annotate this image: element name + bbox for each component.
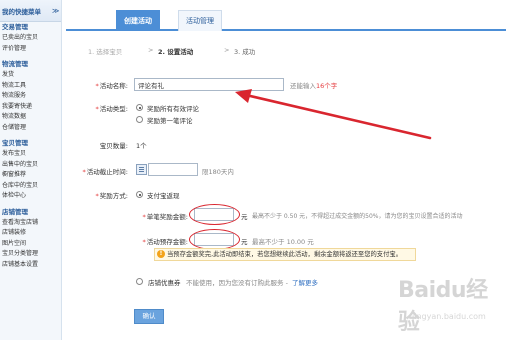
tab-bar: 创建活动 活动管理 bbox=[66, 8, 506, 31]
sidebar-item-sold[interactable]: 已卖出的宝贝 bbox=[2, 33, 61, 44]
deadline-hint: 限180天内 bbox=[202, 168, 234, 176]
sidebar-title: 我的快捷菜单 bbox=[2, 7, 41, 16]
sidebar-item-send-express[interactable]: 我要寄快递 bbox=[2, 102, 61, 113]
reward-notice-text: 当预存金额奖完,此活动即结束，若您想继续此活动，剩余金额将返还至您的支付宝。 bbox=[167, 251, 402, 258]
single-amount-unit: 元 bbox=[241, 213, 248, 221]
sidebar-item-categories[interactable]: 宝贝分类管理 bbox=[2, 249, 61, 260]
sidebar-item-logistics-tools[interactable]: 物流工具 bbox=[2, 81, 61, 92]
baidu-jingyan-watermark: Baidu经验 jingyan.baidu.com bbox=[398, 272, 508, 335]
deadline-input[interactable] bbox=[148, 163, 198, 176]
sidebar-item-basic-settings[interactable]: 店铺基本设置 bbox=[2, 260, 61, 271]
quantity-label: 宝贝数量: bbox=[99, 142, 128, 150]
sidebar-item-ship[interactable]: 发货 bbox=[2, 70, 61, 81]
sidebar-item-warehouse[interactable]: 仓储管理 bbox=[2, 123, 61, 134]
sidebar-item-decorate[interactable]: 店铺装修 bbox=[2, 228, 61, 239]
watermark-url: jingyan.baidu.com bbox=[412, 312, 486, 321]
activity-name-hint: 还能输入16个字 bbox=[290, 82, 338, 90]
sidebar-item-publish[interactable]: 发布宝贝 bbox=[2, 149, 61, 160]
step-select-items: 1. 选择宝贝 bbox=[88, 48, 123, 56]
sidebar: 我的快捷菜单 ≫ 交易管理 已卖出的宝贝 评价管理 物流管理 发货 物流工具 物… bbox=[0, 0, 62, 340]
sidebar-group-logistics[interactable]: 物流管理 bbox=[2, 59, 61, 70]
annotation-circle bbox=[189, 229, 240, 250]
sidebar-item-showcase[interactable]: 橱窗推荐 bbox=[2, 170, 61, 181]
annotation-circle bbox=[189, 204, 240, 225]
step-success: 3. 成功 bbox=[234, 48, 256, 56]
quantity-value: 1个 bbox=[136, 142, 147, 150]
deposit-amount-hint: 最高不少于 10.00 元 bbox=[252, 238, 314, 246]
reward-method: 支付宝返现 bbox=[147, 192, 180, 200]
deposit-amount-label: *活动预存金额: bbox=[142, 238, 188, 246]
shop-coupon-text: 不能使用，因为您没有订购此服务 - bbox=[186, 279, 288, 287]
reward-radio-alipay[interactable] bbox=[136, 191, 143, 198]
sidebar-group-trade[interactable]: 交易管理 bbox=[2, 22, 61, 33]
deposit-amount-unit: 元 bbox=[241, 238, 248, 246]
reward-label: *奖励方式: bbox=[95, 192, 128, 200]
step-arrow-icon: > bbox=[148, 46, 154, 54]
info-icon: ! bbox=[157, 250, 165, 258]
sidebar-item-logistics-data[interactable]: 物流数据 bbox=[2, 112, 61, 123]
deadline-label: *活动截止时间: bbox=[82, 168, 128, 176]
sidebar-item-checkup[interactable]: 体检中心 bbox=[2, 191, 61, 202]
sidebar-item-view-shop[interactable]: 查看淘宝店铺 bbox=[2, 218, 61, 229]
tab-create-activity[interactable]: 创建活动 bbox=[116, 10, 160, 31]
type-option-all: 奖励所有有效评论 bbox=[147, 105, 199, 113]
type-radio-first[interactable] bbox=[136, 116, 143, 123]
type-radio-all[interactable] bbox=[136, 104, 143, 111]
single-amount-label: *单笔奖励金额: bbox=[142, 213, 188, 221]
sidebar-item-image-space[interactable]: 图片空间 bbox=[2, 239, 61, 250]
sidebar-item-on-sale[interactable]: 出售中的宝贝 bbox=[2, 160, 61, 171]
tab-manage-activity[interactable]: 活动管理 bbox=[178, 10, 222, 31]
sidebar-group-items[interactable]: 宝贝管理 bbox=[2, 138, 61, 149]
step-set-activity: 2. 设置活动 bbox=[158, 48, 194, 56]
watermark-logo: Baidu经验 bbox=[398, 278, 488, 335]
sidebar-item-logistics-service[interactable]: 物流服务 bbox=[2, 91, 61, 102]
sidebar-group-shop[interactable]: 店铺管理 bbox=[2, 207, 61, 218]
single-amount-hint: 最高不少于 0.50 元，不得超过成交金额的50%，请为您的宝贝设置合适的活动 bbox=[252, 213, 463, 220]
reward-notice: ! 当预存金额奖完,此活动即结束，若您想继续此活动，剩余金额将返还至您的支付宝。 bbox=[154, 248, 416, 261]
confirm-button[interactable]: 确认 bbox=[134, 309, 164, 324]
activity-name-label: *活动名称: bbox=[95, 82, 128, 90]
sidebar-item-in-stock[interactable]: 仓库中的宝贝 bbox=[2, 181, 61, 192]
collapse-arrow-icon[interactable]: ≫ bbox=[52, 7, 60, 15]
activity-type-label: *活动类型: bbox=[95, 105, 128, 113]
type-option-first: 奖励第一笔评论 bbox=[147, 117, 193, 125]
calendar-icon[interactable] bbox=[136, 164, 147, 175]
shop-coupon-radio[interactable] bbox=[136, 278, 143, 285]
activity-name-input[interactable] bbox=[134, 78, 284, 91]
learn-more-link[interactable]: 了解更多 bbox=[292, 277, 318, 287]
step-arrow-icon: > bbox=[224, 46, 230, 54]
sidebar-item-reviews[interactable]: 评价管理 bbox=[2, 44, 61, 55]
shop-coupon-label: 店铺优惠券 bbox=[148, 279, 181, 287]
